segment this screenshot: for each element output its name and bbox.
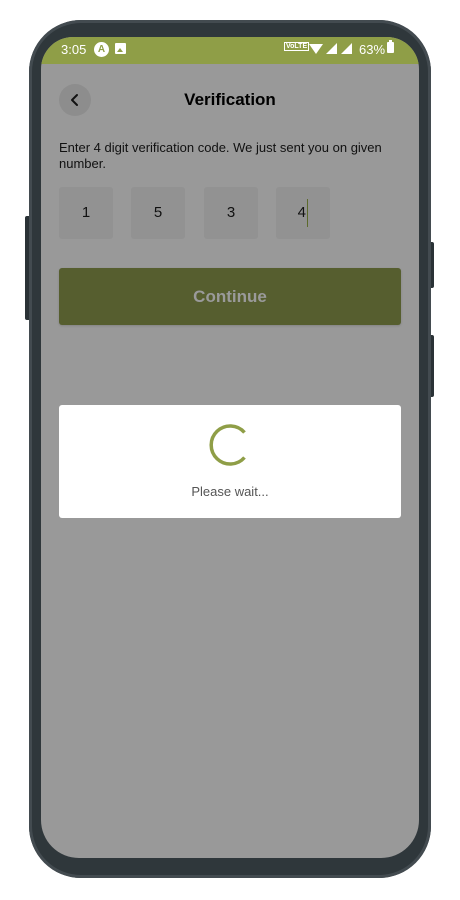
instruction-text: Enter 4 digit verification code. We just… xyxy=(59,140,382,171)
signal-icon xyxy=(341,43,352,54)
app-screen: 3:05 A VoLTE 63% Verification Enter 4 di… xyxy=(41,37,419,858)
loading-message: Please wait... xyxy=(191,484,269,499)
text-cursor xyxy=(306,199,309,228)
otp-digit-field[interactable]: 5 xyxy=(131,187,185,239)
app-notification-icon: A xyxy=(94,42,109,57)
otp-digit-field[interactable]: 3 xyxy=(204,187,258,239)
page-title: Verification xyxy=(184,90,276,109)
signal-icon xyxy=(326,43,337,54)
otp-digit: 4 xyxy=(297,204,306,221)
volte-icon: VoLTE xyxy=(284,42,310,51)
otp-digit: 3 xyxy=(226,204,236,221)
wifi-icon xyxy=(309,44,323,54)
battery-icon xyxy=(387,40,394,53)
status-time: 3:05 xyxy=(61,42,87,57)
image-icon xyxy=(115,43,126,54)
loading-spinner-icon xyxy=(209,424,246,466)
battery-percent: 63% xyxy=(359,42,386,57)
status-bar: 3:05 A VoLTE 63% xyxy=(41,37,419,64)
loading-dialog: Please wait... xyxy=(59,405,401,518)
otp-digit: 5 xyxy=(153,204,163,221)
otp-digit-field-active[interactable]: 4 xyxy=(276,187,330,239)
otp-digit-field[interactable]: 1 xyxy=(59,187,113,239)
continue-button[interactable]: Continue xyxy=(59,268,401,325)
otp-digit: 1 xyxy=(81,204,91,221)
